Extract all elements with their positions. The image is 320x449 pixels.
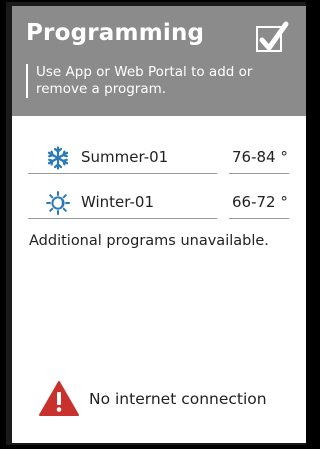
program-row-summer[interactable]: Summer-01 76-84 °: [28, 140, 292, 174]
unavailable-message: Additional programs unavailable.: [29, 233, 269, 249]
program-temp-range: 66-72 °: [232, 193, 288, 211]
sun-moon-icon: [46, 191, 70, 215]
programming-panel: Programming Use App or Web Portal to add…: [12, 6, 306, 443]
program-name-cell[interactable]: Winter-01: [28, 185, 217, 219]
program-temp-cell[interactable]: 66-72 °: [229, 185, 289, 219]
warning-icon: [39, 381, 79, 416]
program-temp-cell[interactable]: 76-84 °: [229, 140, 289, 174]
snowflake-icon: [47, 146, 69, 170]
connection-status: No internet connection: [38, 380, 298, 420]
program-name: Summer-01: [81, 148, 169, 166]
done-checkbox[interactable]: [256, 21, 289, 52]
checkmark-icon: [259, 21, 289, 51]
program-row-winter[interactable]: Winter-01 66-72 °: [28, 185, 292, 219]
program-name-cell[interactable]: Summer-01: [28, 140, 217, 174]
program-temp-range: 76-84 °: [232, 148, 288, 166]
screen-background: Programming Use App or Web Portal to add…: [0, 0, 312, 449]
panel-header: Programming Use App or Web Portal to add…: [12, 6, 306, 116]
program-name: Winter-01: [81, 193, 154, 211]
panel-subtitle: Use App or Web Portal to add or remove a…: [26, 64, 306, 98]
status-message: No internet connection: [89, 390, 267, 408]
panel-title: Programming: [26, 20, 205, 46]
